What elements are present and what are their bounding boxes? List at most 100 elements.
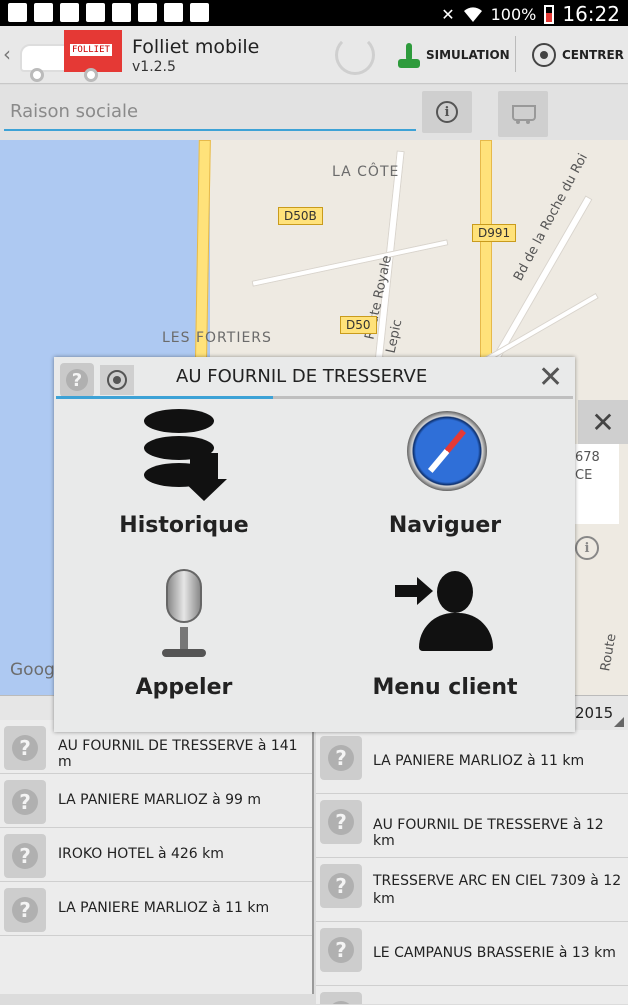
map-label: Route	[598, 632, 620, 673]
menu-client-label: Menu client	[372, 675, 518, 700]
action-bar: ‹ FOLLIET Folliet mobile v1.2.5 SIMULATI…	[0, 26, 628, 84]
simulation-button[interactable]: SIMULATION	[398, 36, 510, 74]
history-client-list[interactable]: ? LA PANIERE MARLIOZ à 11 km ? AU FOURNI…	[316, 730, 628, 1004]
logo-text: FOLLIET	[70, 44, 112, 56]
usb-icon	[8, 3, 27, 22]
dialog-title: AU FOURNIL DE TRESSERVE	[176, 366, 428, 387]
client-actions-dialog: ? AU FOURNIL DE TRESSERVE ✕ Historique N…	[54, 357, 575, 732]
info-icon: i	[575, 536, 599, 560]
app-title: Folliet mobile	[132, 36, 260, 58]
list-item-text: LA PANIERE MARLIOZ à 11 km	[373, 753, 585, 769]
gallery-icon	[86, 3, 105, 22]
centrer-label: CENTRER	[562, 48, 624, 62]
road-shield: D50	[340, 316, 377, 334]
help-marker-icon: ?	[4, 834, 46, 878]
location-icon	[60, 3, 79, 22]
loading-spinner	[335, 35, 375, 75]
locate-button[interactable]	[100, 365, 134, 395]
help-marker-icon: ?	[4, 888, 46, 932]
year-selector[interactable]: 2015	[575, 704, 613, 722]
app-logo[interactable]: FOLLIET	[20, 30, 122, 82]
dialog-header: ? AU FOURNIL DE TRESSERVE ✕	[54, 357, 575, 397]
cart-button[interactable]	[498, 91, 548, 137]
back-chevron-icon[interactable]: ‹	[3, 42, 11, 66]
dialog-progress-bar	[56, 396, 573, 399]
microphone-icon	[134, 567, 234, 667]
nearby-client-list[interactable]: ? AU FOURNIL DE TRESSERVE à 141 m ? LA P…	[0, 720, 314, 994]
status-bar: ✕ 100% 16:22	[0, 0, 628, 26]
list-item-text: TRESSERVE ARC EN CIEL 7309 à 12 km	[373, 873, 622, 907]
briefcase-icon	[190, 3, 209, 22]
list-item-text: IROKO HOTEL à 426 km	[58, 846, 224, 862]
naviguer-label: Naviguer	[388, 513, 502, 538]
list-item-text: AU FOURNIL DE TRESSERVE à 141 m	[58, 738, 298, 770]
map-road	[251, 239, 449, 287]
database-download-icon	[134, 405, 234, 505]
help-marker-icon: ?	[320, 864, 362, 908]
simulation-label: SIMULATION	[426, 48, 510, 62]
list-item[interactable]: ? TRESSERVE ARC EN CIEL 7309 à 12 km	[316, 858, 628, 922]
calendar-grid-icon	[112, 3, 131, 22]
historique-button[interactable]: Historique	[54, 405, 314, 565]
clock: 16:22	[562, 2, 620, 26]
list-item-text: LA PANIERE MARLIOZ à 99 m	[58, 792, 262, 808]
panel-info-button[interactable]: i	[575, 528, 625, 568]
list-item-text: LE CAMPANUS BRASSERIE à 13 km	[373, 945, 616, 961]
help-marker-icon: ?	[60, 363, 94, 397]
battery-icon	[544, 4, 555, 24]
wifi-icon	[463, 7, 482, 23]
close-icon: ✕	[591, 405, 615, 439]
panel-text: 678	[575, 450, 600, 465]
client-panel: ✕ 678 CE i	[575, 398, 628, 583]
search-row: i	[0, 85, 628, 140]
panel-text: CE	[575, 468, 593, 483]
info-button[interactable]: i	[422, 91, 472, 133]
warning-icon	[138, 3, 157, 22]
list-item[interactable]: ? AU FOURNIL DE TRESSERVE à 12 km	[316, 794, 628, 858]
mute-icon: ✕	[441, 4, 455, 24]
map-label: LES FORTIERS	[162, 330, 272, 346]
help-marker-icon: ?	[320, 928, 362, 972]
truck-cab	[20, 44, 70, 72]
progress-fill	[56, 396, 274, 399]
road-shield: D50B	[278, 207, 323, 225]
list-item[interactable]: ? IROKO HOTEL à 426 km	[0, 828, 312, 882]
help-marker-icon: ?	[4, 726, 46, 770]
map-attribution: Goog	[10, 660, 55, 680]
centrer-button[interactable]: CENTRER	[532, 36, 624, 74]
divider	[515, 36, 516, 72]
compass-icon	[395, 405, 495, 505]
historique-label: Historique	[119, 513, 249, 538]
info-icon: i	[436, 101, 458, 123]
list-item[interactable]: ? LA PANIERE MARLIOZ à 11 km	[316, 730, 628, 794]
target-icon	[107, 370, 127, 390]
joystick-icon	[398, 41, 420, 69]
wheel	[30, 68, 44, 82]
menu-client-button[interactable]: Menu client	[315, 567, 575, 727]
panel-details: 678 CE	[575, 444, 619, 524]
list-item[interactable]: ?	[316, 986, 628, 1004]
calendar-icon	[34, 3, 53, 22]
help-marker-icon: ?	[320, 736, 362, 780]
appeler-button[interactable]: Appeler	[54, 567, 314, 727]
close-panel-button[interactable]: ✕	[578, 400, 628, 444]
naviguer-button[interactable]: Naviguer	[315, 405, 575, 565]
map-label: LA CÔTE	[332, 164, 400, 180]
battery-percent: 100%	[490, 4, 537, 24]
user-arrow-icon	[395, 567, 495, 667]
truck-box: FOLLIET	[64, 30, 122, 72]
app-version: v1.2.5	[132, 59, 176, 75]
wheel	[84, 68, 98, 82]
road-shield: D991	[472, 224, 517, 242]
list-item[interactable]: ? LA PANIERE MARLIOZ à 11 km	[0, 882, 312, 936]
close-dialog-button[interactable]: ✕	[538, 363, 563, 393]
help-marker-icon: ?	[4, 780, 46, 824]
target-icon	[532, 43, 556, 67]
list-item[interactable]: ? LA PANIERE MARLIOZ à 99 m	[0, 774, 312, 828]
voicemail-icon	[164, 3, 183, 22]
list-item-text: AU FOURNIL DE TRESSERVE à 12 km	[373, 817, 604, 849]
search-input[interactable]	[4, 93, 416, 131]
list-item[interactable]: ? LE CAMPANUS BRASSERIE à 13 km	[316, 922, 628, 986]
dropdown-corner-icon	[614, 717, 624, 727]
list-item-text: LA PANIERE MARLIOZ à 11 km	[58, 900, 270, 916]
